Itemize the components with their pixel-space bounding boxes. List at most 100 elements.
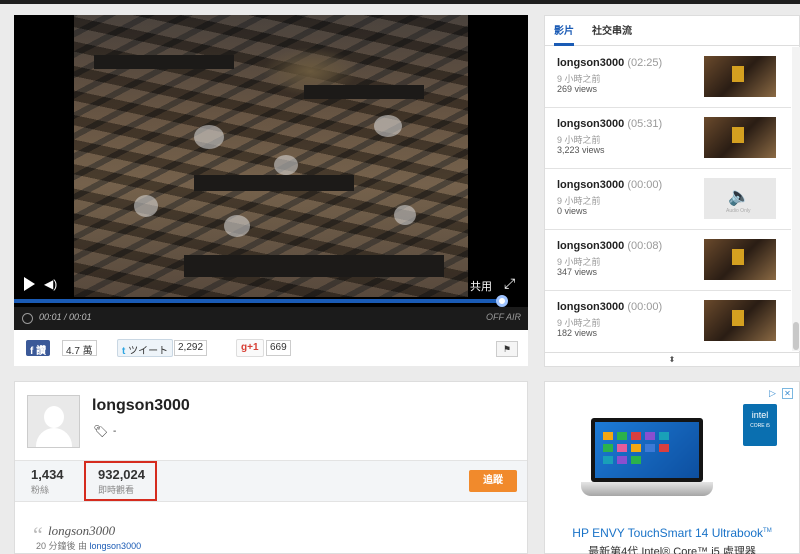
display-tile — [603, 444, 613, 452]
display-tile — [617, 444, 627, 452]
display-tile — [617, 456, 627, 464]
video-views: 182 views — [557, 328, 598, 338]
channel-tag: - — [113, 426, 117, 437]
quote-author-link[interactable]: longson3000 — [90, 541, 142, 551]
player-status-bar: 00:01 / 00:01 OFF AIR — [14, 307, 528, 330]
video-title: longson3000 (05:31) — [557, 118, 663, 130]
video-title: longson3000 (02:25) — [557, 57, 663, 69]
video-frame[interactable] — [74, 15, 468, 297]
views-stat: 932,024 即時觀看 — [98, 467, 145, 496]
video-scene-desk — [304, 85, 424, 99]
video-scene-desk — [94, 55, 234, 69]
followers-label: 粉絲 — [31, 485, 50, 495]
facebook-like-label: 讚 — [36, 346, 47, 357]
display-tile — [645, 444, 655, 452]
quote-meta: 20 分鐘後 由 longson3000 — [36, 539, 141, 552]
video-title: longson3000 (00:08) — [557, 240, 663, 252]
avatar[interactable] — [27, 395, 80, 448]
display-tile — [659, 432, 669, 440]
video-scene-person — [394, 205, 416, 225]
views-count: 932,024 — [98, 467, 145, 482]
top-bar — [0, 0, 800, 4]
video-list-scrollbar[interactable] — [792, 47, 800, 351]
video-thumbnail[interactable] — [704, 300, 776, 341]
video-thumbnail[interactable] — [704, 239, 776, 280]
list-item[interactable]: longson3000 (02:25) 9 小時之前 269 views — [545, 47, 791, 108]
follow-button[interactable]: 追蹤 — [469, 470, 517, 492]
display-tile — [631, 456, 641, 464]
tab-videos[interactable]: 影片 — [554, 16, 574, 46]
clock-icon — [22, 313, 33, 324]
video-thumbnail[interactable] — [704, 117, 776, 158]
tab-social-stream[interactable]: 社交串流 — [592, 16, 632, 46]
channel-name[interactable]: longson3000 — [92, 397, 190, 415]
fullscreen-icon[interactable]: ⤢ — [504, 275, 515, 292]
display-tile — [631, 444, 641, 452]
advertisement[interactable]: ▷ ✕ intel CORE i5 HP ENVY TouchSmart 14 … — [544, 381, 800, 554]
related-videos-panel: 影片 社交串流 longson3000 (02:25) 9 小時之前 269 v… — [544, 15, 800, 367]
tweet-count: 2,292 — [174, 340, 208, 356]
laptop-image[interactable] — [591, 418, 703, 482]
scroll-thumb[interactable] — [793, 322, 799, 350]
display-tile — [617, 432, 627, 440]
display-tile — [645, 432, 655, 440]
channel-stats: 1,434 粉絲 932,024 即時觀看 追蹤 — [15, 460, 527, 502]
video-scene-desk — [194, 175, 354, 191]
gplus-button[interactable]: g+1 — [236, 339, 264, 357]
quote-author: longson3000 — [48, 523, 116, 538]
close-icon[interactable]: ✕ — [782, 388, 793, 399]
video-thumbnail[interactable] — [704, 56, 776, 97]
gplus-count: 669 — [266, 340, 291, 356]
tweet-label: ツイート — [128, 346, 169, 357]
tweet-button[interactable]: t ツイート — [117, 339, 174, 357]
audio-only-label: Audio Only — [726, 208, 751, 214]
play-icon[interactable] — [24, 277, 35, 291]
laptop-display — [595, 422, 699, 478]
avatar-head — [44, 406, 64, 428]
followers-count: 1,434 — [31, 467, 64, 482]
followers-stat: 1,434 粉絲 — [31, 467, 64, 496]
expand-toggle-icon[interactable]: ⬍ — [545, 352, 799, 367]
ad-subtitle: 最新第4代 Intel® Core™ i5 處理器 — [588, 546, 756, 554]
video-scene-person — [274, 155, 298, 175]
list-item[interactable]: longson3000 (05:31) 9 小時之前 3,223 views — [545, 108, 791, 169]
share-bar: f 讚 4.7 萬 t ツイート 2,292 g+1 669 ⚑ — [14, 330, 528, 366]
video-list: longson3000 (02:25) 9 小時之前 269 views lon… — [545, 47, 791, 351]
intel-label: intel — [751, 410, 769, 420]
video-title: longson3000 (00:00) — [557, 179, 663, 191]
flag-icon[interactable]: ⚑ — [496, 341, 518, 357]
list-item[interactable]: longson3000 (00:00) 9 小時之前 0 views 🔈 Aud… — [545, 169, 791, 230]
adchoices-icon[interactable]: ▷ — [769, 388, 780, 399]
progress-bar[interactable] — [14, 299, 502, 303]
tag-icon: 🏷 — [93, 424, 109, 438]
video-views: 3,223 views — [557, 145, 605, 155]
facebook-like-count: 4.7 萬 — [62, 340, 97, 357]
facebook-like-button[interactable]: f 讚 — [26, 340, 51, 357]
trademark-mark: TM — [763, 528, 772, 534]
views-label: 即時觀看 — [98, 485, 135, 495]
video-scene-person — [194, 125, 224, 149]
share-button[interactable]: 共用 — [470, 278, 492, 294]
video-views: 347 views — [557, 267, 598, 277]
ad-title-text: HP ENVY TouchSmart 14 Ultrabook — [572, 526, 764, 540]
list-item[interactable]: longson3000 (00:08) 9 小時之前 347 views — [545, 230, 791, 291]
twitter-icon: t — [122, 346, 126, 357]
display-tile — [631, 432, 641, 440]
laptop-base — [581, 482, 713, 496]
ad-title[interactable]: HP ENVY TouchSmart 14 UltrabookTM — [545, 526, 799, 540]
video-player[interactable]: ◀) 共用 ⤢ 00:01 / 00:01 OFF AIR — [14, 15, 528, 330]
channel-card: longson3000 🏷 - 1,434 粉絲 932,024 即時觀看 追蹤… — [14, 381, 528, 554]
progress-handle[interactable] — [496, 295, 508, 307]
speaker-icon: 🔈 — [728, 186, 751, 206]
audio-only-thumbnail[interactable]: 🔈 Audio Only — [704, 178, 776, 219]
list-item[interactable]: longson3000 (00:00) 9 小時之前 182 views — [545, 291, 791, 351]
video-scene-person — [374, 115, 402, 137]
avatar-body — [36, 428, 72, 447]
video-scene-desk — [184, 255, 444, 277]
video-scene-person — [134, 195, 158, 217]
sidebar-tabs: 影片 社交串流 — [545, 16, 800, 46]
display-tile — [603, 432, 613, 440]
volume-icon[interactable]: ◀) — [44, 277, 57, 291]
display-tile — [659, 444, 669, 452]
intel-sub-label: CORE i5 — [750, 423, 770, 429]
